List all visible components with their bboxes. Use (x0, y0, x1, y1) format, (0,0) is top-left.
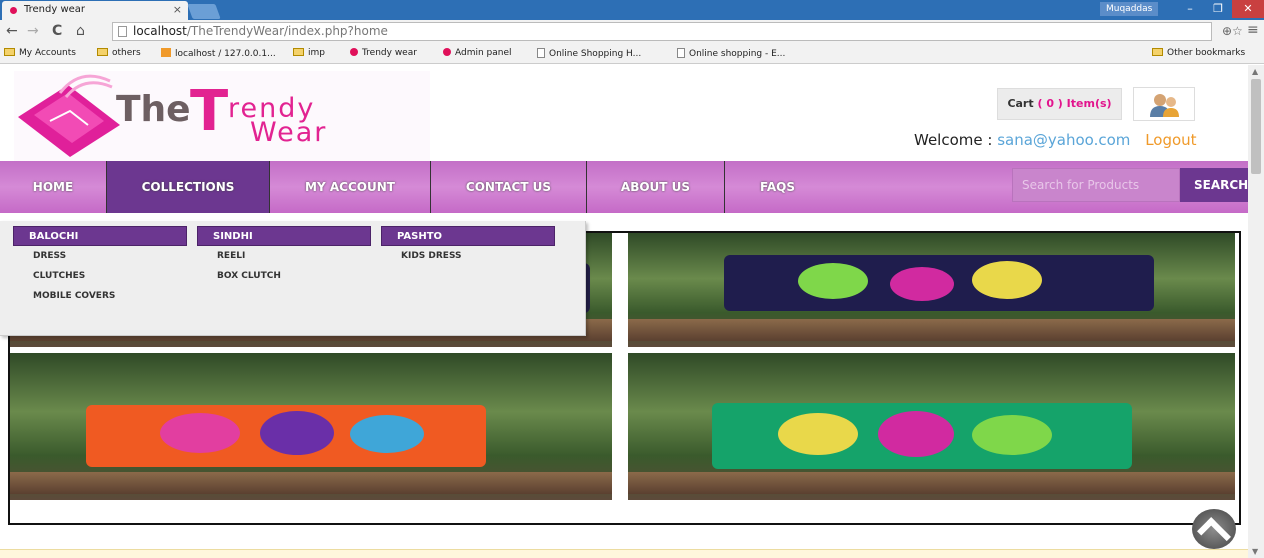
collection-link[interactable]: DRESS (13, 246, 187, 266)
cart-button[interactable]: Cart ( 0 ) Item(s) (997, 88, 1122, 120)
window-restore-button[interactable]: ❐ (1204, 0, 1232, 18)
folder-icon (293, 48, 304, 56)
site-dot-icon (443, 48, 451, 56)
home-icon[interactable]: ⌂ (76, 23, 85, 39)
other-bookmarks[interactable]: Other bookmarks (1152, 48, 1245, 58)
url-host: localhost (133, 24, 187, 38)
address-toolbar: ← → C ⌂ localhost/TheTrendyWear/index.ph… (0, 20, 1264, 44)
folder-icon (97, 48, 108, 56)
browser-profile-badge[interactable]: Muqaddas (1100, 2, 1159, 16)
page-icon (537, 48, 545, 58)
collection-column-pashto: PASHTO KIDS DRESS (381, 226, 555, 266)
scroll-down-arrow-icon[interactable]: ▼ (1252, 547, 1258, 556)
nav-home[interactable]: HOME (0, 161, 107, 213)
product-photo (628, 233, 1235, 347)
scroll-to-top-button[interactable] (1192, 509, 1236, 552)
phpmyadmin-icon (161, 48, 171, 57)
nav-my-account[interactable]: MY ACCOUNT (270, 161, 431, 213)
collection-heading[interactable]: SINDHI (197, 226, 371, 246)
users-icon (1150, 94, 1179, 117)
user-email-link[interactable]: sana@yahoo.com (997, 131, 1130, 149)
site-favicon-icon (10, 7, 17, 14)
zoom-icon[interactable]: ⊕ (1222, 24, 1232, 38)
welcome-label: Welcome : (914, 131, 993, 149)
bookmark-item[interactable]: Online shopping - E... (677, 48, 785, 59)
bookmark-item[interactable]: localhost / 127.0.0.1... (161, 48, 276, 59)
scroll-up-arrow-icon[interactable]: ▲ (1252, 67, 1258, 76)
bookmark-item[interactable]: Trendy wear (350, 48, 417, 58)
chevron-up-icon (1197, 517, 1231, 552)
footer-strip (0, 549, 1248, 558)
nav-contact-us[interactable]: CONTACT US (431, 161, 587, 213)
site-dot-icon (350, 48, 358, 56)
browser-tab[interactable]: Trendy wear × (2, 1, 188, 20)
window-close-button[interactable]: ✕ (1232, 0, 1264, 18)
cart-label: Cart (1007, 97, 1034, 110)
new-tab-button[interactable] (187, 4, 221, 19)
site-logo[interactable]: The T rendy Wear (14, 71, 430, 161)
browser-tab-strip: Trendy wear × Muqaddas – ❐ ✕ (0, 0, 1264, 20)
browser-tab-title: Trendy wear (24, 4, 86, 15)
collection-link[interactable]: BOX CLUTCH (197, 266, 371, 286)
page-icon (677, 48, 685, 58)
page-icon (118, 26, 127, 37)
logout-link[interactable]: Logout (1145, 131, 1196, 149)
nav-about-us[interactable]: ABOUT US (587, 161, 725, 213)
page-scrollbar[interactable]: ▲ ▼ (1248, 65, 1264, 558)
scrollbar-thumb[interactable] (1251, 79, 1261, 174)
url-path: /TheTrendyWear/index.php?home (186, 24, 388, 38)
folder-icon (1152, 48, 1163, 56)
back-arrow-icon[interactable]: ← (6, 23, 18, 39)
search-input[interactable]: Search for Products (1012, 168, 1180, 202)
user-profile-button[interactable] (1133, 87, 1195, 121)
collection-link[interactable]: KIDS DRESS (381, 246, 555, 266)
shopping-bag-logo-icon (18, 74, 120, 157)
bookmark-item[interactable]: imp (293, 48, 325, 58)
chrome-menu-icon[interactable]: ≡ (1247, 22, 1259, 38)
window-minimize-button[interactable]: – (1176, 0, 1204, 18)
logo-text-wear: Wear (250, 117, 328, 148)
nav-collections[interactable]: COLLECTIONS (107, 161, 270, 213)
bookmark-item[interactable]: Online Shopping H... (537, 48, 641, 59)
folder-icon (4, 48, 15, 56)
nav-faqs[interactable]: FAQS (725, 161, 830, 213)
logo-text-t: T (190, 79, 229, 144)
collection-link[interactable]: CLUTCHES (13, 266, 187, 286)
collection-heading[interactable]: PASHTO (381, 226, 555, 246)
search-button[interactable]: SEARCH (1180, 168, 1248, 202)
cart-count: ( 0 ) Item(s) (1037, 97, 1112, 110)
logo-text-the: The (116, 89, 191, 130)
main-navigation: HOME COLLECTIONS MY ACCOUNT CONTACT US A… (0, 161, 1248, 213)
bookmarks-bar: My Accounts others localhost / 127.0.0.1… (0, 44, 1264, 64)
forward-arrow-icon[interactable]: → (27, 23, 39, 39)
bookmark-star-icon[interactable]: ☆ (1232, 24, 1243, 38)
bookmark-item[interactable]: others (97, 48, 141, 58)
bookmark-item[interactable]: Admin panel (443, 48, 512, 58)
page-content: The T rendy Wear Cart ( 0 ) Item(s) Welc… (0, 65, 1248, 558)
bookmark-item[interactable]: My Accounts (4, 48, 76, 58)
collections-dropdown: BALOCHI DRESS CLUTCHES MOBILE COVERS SIN… (0, 221, 586, 336)
product-photo (10, 353, 612, 500)
product-photo (628, 353, 1235, 500)
tab-close-icon[interactable]: × (173, 3, 182, 16)
reload-icon[interactable]: C (52, 23, 62, 39)
collection-column-sindhi: SINDHI REELI BOX CLUTCH (197, 226, 371, 286)
collection-column-balochi: BALOCHI DRESS CLUTCHES MOBILE COVERS (13, 226, 187, 306)
collection-link[interactable]: MOBILE COVERS (13, 286, 187, 306)
url-input[interactable]: localhost/TheTrendyWear/index.php?home (112, 22, 1212, 41)
collection-heading[interactable]: BALOCHI (13, 226, 187, 246)
welcome-message: Welcome : sana@yahoo.com Logout (914, 131, 1197, 149)
collection-link[interactable]: REELI (197, 246, 371, 266)
